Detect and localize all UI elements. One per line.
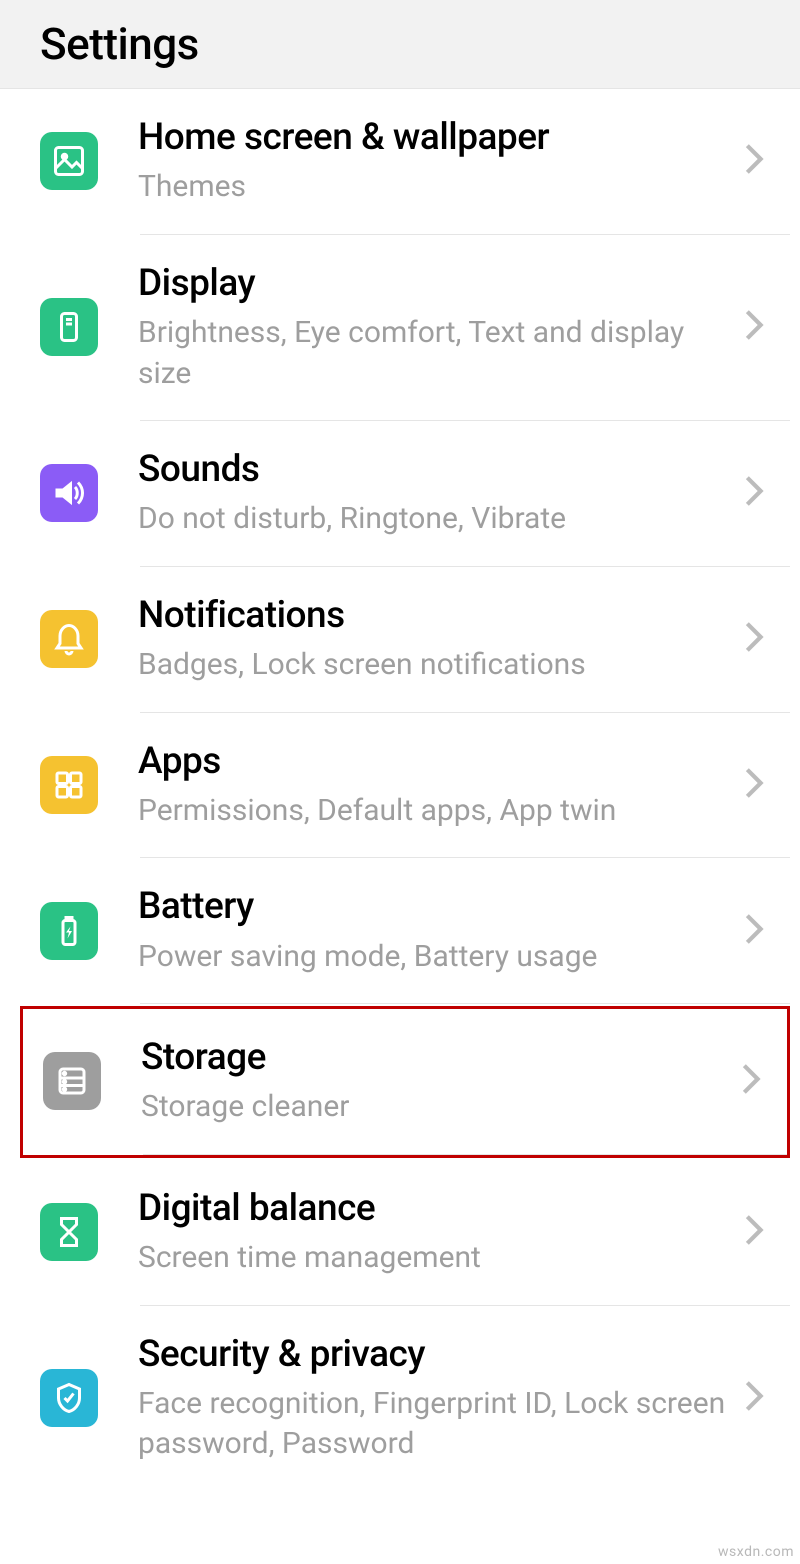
item-text: Apps Permissions, Default apps, App twin: [138, 739, 732, 832]
shield-icon: [40, 1369, 98, 1427]
settings-item-notifications[interactable]: Notifications Badges, Lock screen notifi…: [0, 567, 800, 712]
item-text: Storage Storage cleaner: [141, 1035, 729, 1128]
item-title: Display: [138, 261, 732, 307]
chevron-right-icon: [744, 620, 764, 658]
header: Settings: [0, 0, 800, 89]
settings-item-display[interactable]: Display Brightness, Eye comfort, Text an…: [0, 235, 800, 420]
chevron-right-icon: [744, 474, 764, 512]
divider: [140, 1003, 790, 1004]
item-title: Security & privacy: [138, 1332, 732, 1378]
settings-list: Home screen & wallpaper Themes Display B…: [0, 89, 800, 1491]
settings-item-apps[interactable]: Apps Permissions, Default apps, App twin: [0, 713, 800, 858]
item-title: Notifications: [138, 593, 732, 639]
watermark: wsxdn.com: [718, 1544, 794, 1560]
item-title: Battery: [138, 884, 732, 930]
item-text: Sounds Do not disturb, Ringtone, Vibrate: [138, 447, 732, 540]
item-subtitle: Permissions, Default apps, App twin: [138, 791, 732, 832]
item-subtitle: Do not disturb, Ringtone, Vibrate: [138, 499, 732, 540]
phone-icon: [40, 298, 98, 356]
chevron-right-icon: [744, 912, 764, 950]
item-subtitle: Themes: [138, 167, 732, 208]
storage-icon: [43, 1052, 101, 1110]
item-subtitle: Face recognition, Fingerprint ID, Lock s…: [138, 1384, 732, 1465]
chevron-right-icon: [744, 308, 764, 346]
settings-item-digital-balance[interactable]: Digital balance Screen time management: [0, 1160, 800, 1305]
divider: [143, 1154, 787, 1155]
chevron-right-icon: [744, 1379, 764, 1417]
item-title: Digital balance: [138, 1186, 732, 1232]
settings-item-storage[interactable]: Storage Storage cleaner: [23, 1009, 787, 1154]
item-subtitle: Power saving mode, Battery usage: [138, 937, 732, 978]
image-icon: [40, 132, 98, 190]
item-subtitle: Badges, Lock screen notifications: [138, 645, 732, 686]
chevron-right-icon: [741, 1062, 761, 1100]
chevron-right-icon: [744, 766, 764, 804]
settings-item-security-privacy[interactable]: Security & privacy Face recognition, Fin…: [0, 1306, 800, 1491]
hourglass-icon: [40, 1203, 98, 1261]
bell-icon: [40, 610, 98, 668]
item-title: Home screen & wallpaper: [138, 115, 732, 161]
settings-item-home-screen[interactable]: Home screen & wallpaper Themes: [0, 89, 800, 234]
settings-item-battery[interactable]: Battery Power saving mode, Battery usage: [0, 858, 800, 1003]
item-subtitle: Screen time management: [138, 1238, 732, 1279]
highlight-annotation: Storage Storage cleaner: [20, 1006, 790, 1158]
item-text: Notifications Badges, Lock screen notifi…: [138, 593, 732, 686]
chevron-right-icon: [744, 142, 764, 180]
settings-item-sounds[interactable]: Sounds Do not disturb, Ringtone, Vibrate: [0, 421, 800, 566]
item-title: Storage: [141, 1035, 729, 1081]
grid-icon: [40, 756, 98, 814]
battery-icon: [40, 902, 98, 960]
sound-icon: [40, 464, 98, 522]
item-text: Battery Power saving mode, Battery usage: [138, 884, 732, 977]
item-title: Sounds: [138, 447, 732, 493]
item-subtitle: Storage cleaner: [141, 1087, 729, 1128]
item-title: Apps: [138, 739, 732, 785]
item-text: Display Brightness, Eye comfort, Text an…: [138, 261, 732, 394]
item-text: Digital balance Screen time management: [138, 1186, 732, 1279]
page-title: Settings: [40, 18, 760, 70]
item-subtitle: Brightness, Eye comfort, Text and displa…: [138, 313, 732, 394]
item-text: Security & privacy Face recognition, Fin…: [138, 1332, 732, 1465]
item-text: Home screen & wallpaper Themes: [138, 115, 732, 208]
chevron-right-icon: [744, 1213, 764, 1251]
